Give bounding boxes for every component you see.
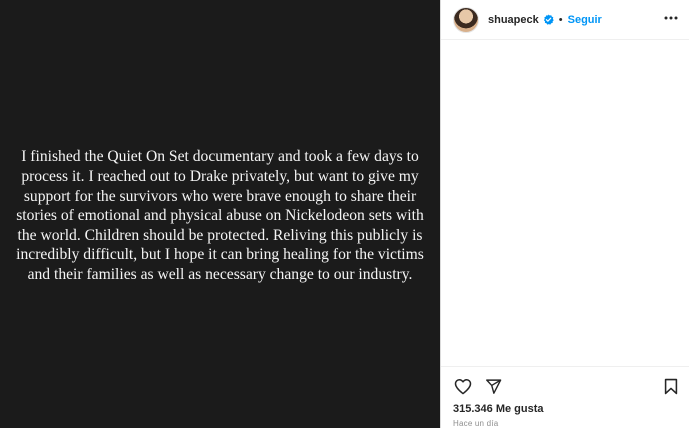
post-side-panel: shuapeck • Seguir 315.346 Me gusta Hace … (440, 0, 689, 428)
likes-count[interactable]: 315.346 Me gusta (453, 403, 679, 415)
action-icon-row (453, 375, 679, 397)
instagram-post-view: I finished the Quiet On Set documentary … (0, 0, 689, 428)
post-image-text: I finished the Quiet On Set documentary … (16, 148, 424, 283)
header-separator: • (558, 13, 563, 26)
more-options-icon[interactable] (663, 10, 679, 26)
likes-number: 315.346 (453, 403, 493, 415)
follow-button[interactable]: Seguir (568, 14, 602, 26)
post-header: shuapeck • Seguir (441, 0, 689, 40)
send-icon[interactable] (483, 376, 503, 396)
comments-area (441, 40, 689, 366)
verified-badge-icon (543, 14, 554, 25)
heart-icon[interactable] (453, 376, 473, 396)
post-actions: 315.346 Me gusta Hace un día (441, 366, 689, 428)
post-timestamp[interactable]: Hace un día (453, 419, 679, 428)
username-link[interactable]: shuapeck (488, 14, 539, 26)
post-media[interactable]: I finished the Quiet On Set documentary … (0, 0, 440, 428)
likes-label: Me gusta (495, 403, 544, 415)
bookmark-icon[interactable] (661, 376, 681, 396)
avatar[interactable] (453, 6, 479, 33)
